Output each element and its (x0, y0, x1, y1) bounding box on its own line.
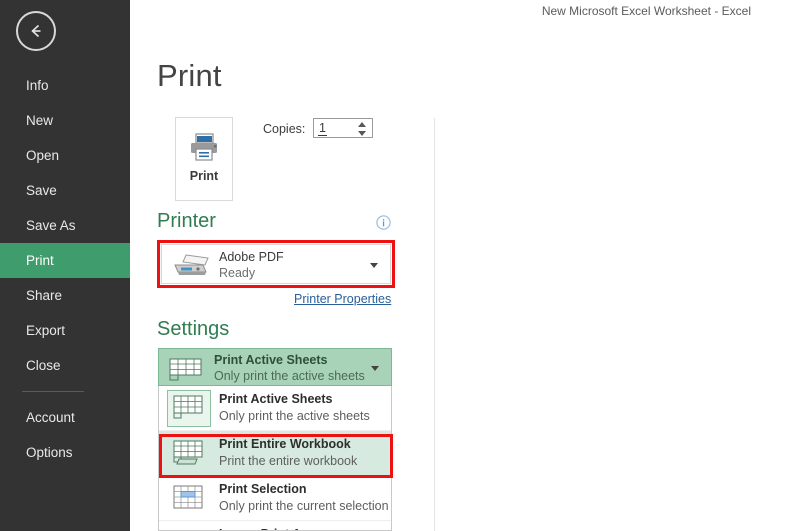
excel-print-backstage: New Microsoft Excel Worksheet - Excel In… (0, 0, 800, 531)
printer-name: Adobe PDF (219, 250, 284, 264)
copies-stepper[interactable] (357, 120, 369, 138)
copies-value: 1 (318, 121, 327, 136)
print-what-dropdown-list: Print Active Sheets Only print the activ… (158, 386, 392, 531)
copies-label: Copies: (263, 122, 306, 136)
option-description: Print the entire workbook (219, 454, 358, 468)
sidebar-item-label: Export (26, 323, 66, 338)
printer-properties-link[interactable]: Printer Properties (294, 292, 391, 306)
dropdown-option-print-active-sheets[interactable]: Print Active Sheets Only print the activ… (159, 386, 391, 431)
sidebar-item-close[interactable]: Close (0, 348, 130, 383)
print-button[interactable]: Print (175, 117, 233, 201)
sidebar-item-options[interactable]: Options (0, 435, 130, 470)
info-icon[interactable] (376, 215, 391, 230)
option-title: Print Selection (219, 482, 307, 496)
window-title: New Microsoft Excel Worksheet - Excel (541, 4, 751, 18)
pane-divider (434, 118, 435, 531)
print-button-label: Print (189, 169, 219, 183)
sidebar-item-label: New (26, 113, 54, 128)
stepper-down-icon[interactable] (358, 131, 366, 136)
printer-icon (187, 131, 221, 163)
copies-input[interactable]: 1 (313, 118, 373, 138)
settings-section-heading: Settings (157, 318, 230, 340)
option-title: Print Active Sheets (219, 392, 333, 406)
title-bar: New Microsoft Excel Worksheet - Excel (130, 0, 800, 22)
sidebar-item-print[interactable]: Print (0, 243, 130, 278)
sheet-grid-icon (169, 358, 207, 387)
sidebar-item-label: Save As (26, 218, 76, 233)
option-title: Ignore Print Area (219, 527, 320, 530)
backstage-sidebar: Info New Open Save Save As Print Share E… (0, 0, 130, 531)
chevron-down-icon[interactable] (371, 366, 379, 371)
sidebar-item-label: Save (26, 183, 57, 198)
sidebar-item-new[interactable]: New (0, 103, 130, 138)
printer-device-icon (172, 254, 212, 283)
sidebar-item-label: Open (26, 148, 60, 163)
sidebar-item-label: Close (26, 358, 61, 373)
sidebar-item-label: Account (26, 410, 75, 425)
sidebar-item-label: Options (26, 445, 73, 460)
dropdown-option-print-entire-workbook[interactable]: Print Entire Workbook Print the entire w… (159, 431, 391, 476)
sidebar-item-label: Info (26, 78, 49, 93)
sidebar-item-label: Print (26, 253, 54, 268)
print-preview-pane (435, 22, 800, 531)
backstage-nav: Info New Open Save Save As Print Share E… (0, 68, 130, 470)
printer-selector[interactable]: Adobe PDF Ready (161, 244, 391, 284)
combobox-description: Only print the active sheets (214, 369, 365, 383)
option-description: Only print the current selection (219, 499, 389, 513)
selection-grid-icon (173, 485, 205, 517)
back-button[interactable] (16, 11, 56, 51)
printer-status: Ready (219, 266, 256, 280)
dropdown-option-ignore-print-area[interactable]: Ignore Print Area (159, 521, 391, 530)
sidebar-item-export[interactable]: Export (0, 313, 130, 348)
printer-section-heading: Printer (157, 210, 216, 232)
sidebar-item-label: Share (26, 288, 63, 303)
sidebar-item-share[interactable]: Share (0, 278, 130, 313)
dropdown-option-print-selection[interactable]: Print Selection Only print the current s… (159, 476, 391, 521)
sidebar-item-save[interactable]: Save (0, 173, 130, 208)
stepper-up-icon[interactable] (358, 122, 366, 127)
option-description: Only print the active sheets (219, 409, 370, 423)
print-what-combobox[interactable]: Print Active Sheets Only print the activ… (158, 348, 392, 386)
sidebar-divider (22, 391, 84, 392)
sidebar-item-info[interactable]: Info (0, 68, 130, 103)
chevron-down-icon[interactable] (370, 263, 378, 268)
sheet-grid-icon (173, 395, 205, 427)
sidebar-item-save-as[interactable]: Save As (0, 208, 130, 243)
sidebar-item-open[interactable]: Open (0, 138, 130, 173)
sidebar-item-account[interactable]: Account (0, 400, 130, 435)
workbook-grid-icon (173, 440, 205, 472)
option-title: Print Entire Workbook (219, 437, 351, 451)
combobox-title: Print Active Sheets (214, 353, 328, 367)
page-title: Print (157, 58, 222, 93)
